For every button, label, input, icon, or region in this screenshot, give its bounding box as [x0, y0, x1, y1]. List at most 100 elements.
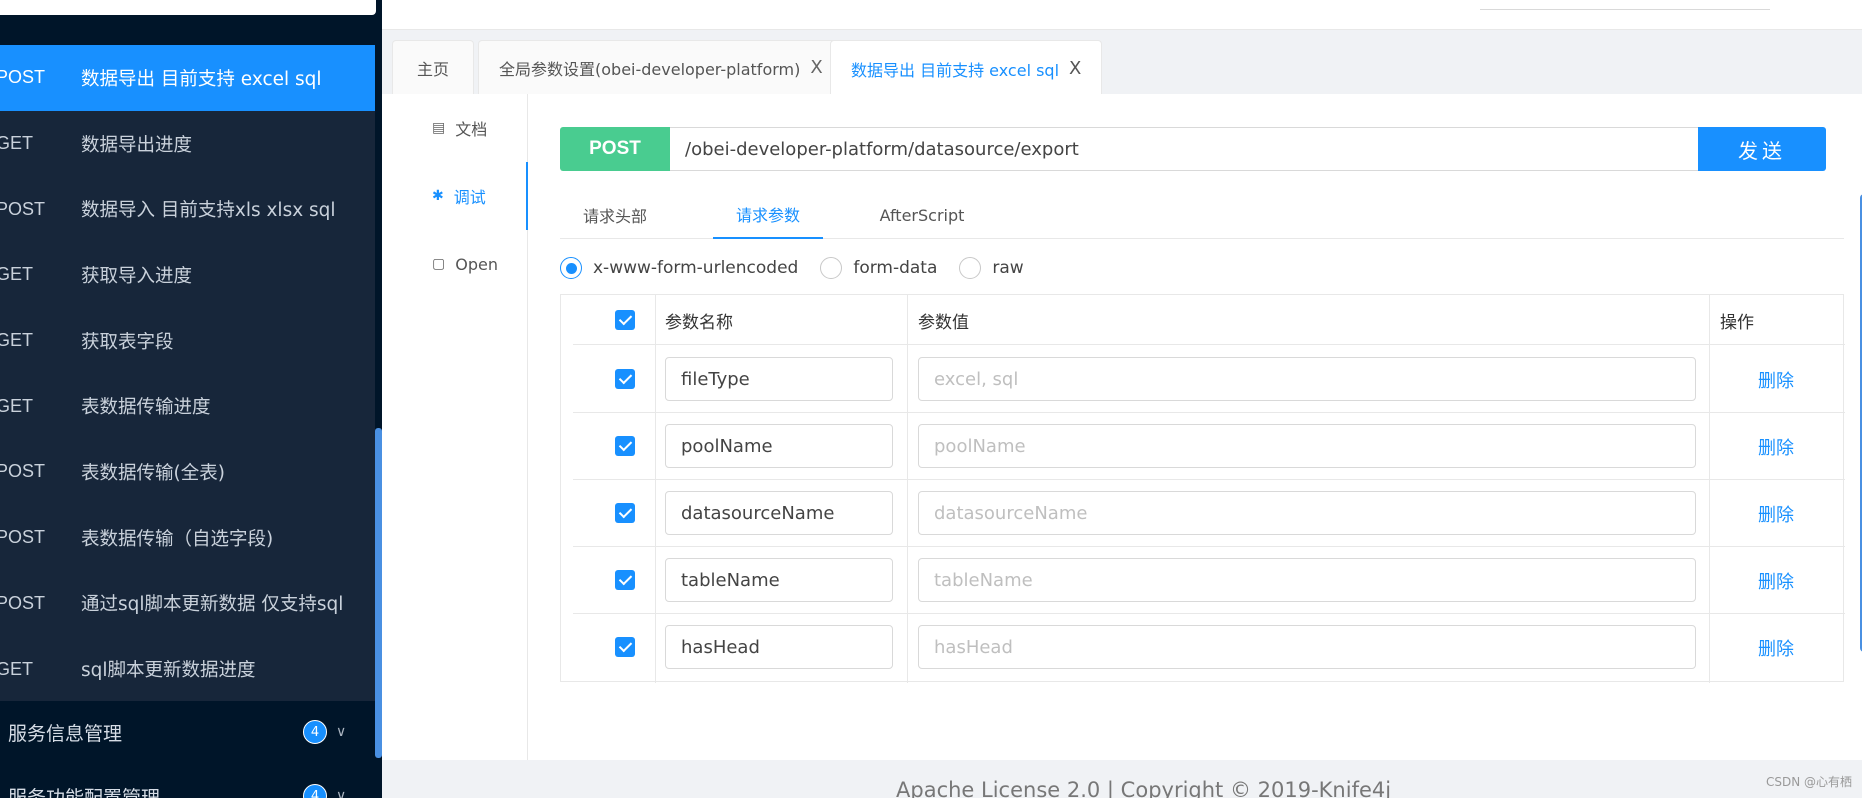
body-type-group: x-www-form-urlencoded form-data raw — [560, 253, 1046, 283]
param-value-input[interactable]: tableName — [918, 558, 1696, 602]
table-row: poolName poolName 删除 — [573, 413, 1845, 480]
radio-raw[interactable]: raw — [959, 257, 1024, 279]
api-summary: 获取导入进度 — [81, 265, 193, 287]
radio-circle — [560, 257, 582, 279]
table-header: 参数名称 参数值 操作 — [573, 295, 1845, 345]
param-value-input[interactable]: hasHead — [918, 625, 1696, 669]
sidebar-item-export-progress[interactable]: GET 数据导出进度 — [0, 111, 375, 177]
method-label: POST — [0, 527, 46, 548]
method-label: GET — [0, 395, 34, 416]
count-badge: 4 — [303, 720, 327, 744]
sidebar-group-service-info[interactable]: 服务信息管理 4 ∨ — [0, 704, 375, 760]
table-row: fileType excel, sql 删除 — [573, 346, 1845, 413]
tab-afterscript[interactable]: AfterScript — [852, 191, 992, 239]
param-name-input[interactable]: hasHead — [665, 625, 893, 669]
radio-form-data[interactable]: form-data — [820, 257, 937, 279]
param-name-input[interactable]: datasourceName — [665, 491, 893, 535]
param-name-input[interactable]: poolName — [665, 424, 893, 468]
row-checkbox[interactable] — [615, 637, 635, 657]
api-summary: 数据导入 目前支持xls xlsx sql — [81, 200, 336, 222]
param-name-input[interactable]: fileType — [665, 357, 893, 401]
radio-urlencoded[interactable]: x-www-form-urlencoded — [560, 257, 798, 279]
row-checkbox[interactable] — [615, 503, 635, 523]
tab-home[interactable]: 主页 — [392, 40, 474, 94]
sidebar-scrollbar[interactable] — [375, 428, 382, 758]
group-label: 服务功能配置管理 — [8, 786, 161, 798]
radio-label: form-data — [853, 258, 938, 278]
tab-request-headers[interactable]: 请求头部 — [560, 191, 670, 239]
sidebar-item-table-fields[interactable]: GET 获取表字段 — [0, 308, 375, 374]
table-row: tableName tableName 删除 — [573, 547, 1845, 614]
api-summary: 表数据传输(全表) — [81, 462, 225, 484]
close-icon[interactable]: X — [810, 57, 822, 78]
method-label: GET — [0, 330, 34, 351]
method-label: POST — [0, 461, 46, 482]
row-checkbox[interactable] — [615, 369, 635, 389]
request-url-bar: POST /obei-developer-platform/datasource… — [560, 127, 1826, 171]
sidebar-item-export[interactable]: POST 数据导出 目前支持 excel sql — [0, 45, 375, 111]
sidebar: POST 数据导出 目前支持 excel sql GET 数据导出进度 POST… — [0, 0, 382, 798]
sidebar-item-sql-update[interactable]: POST 通过sql脚本更新数据 仅支持sql — [0, 571, 375, 637]
sidebar-group-service-config[interactable]: 服务功能配置管理 4 ∨ — [0, 768, 375, 798]
tab-global-params[interactable]: 全局参数设置(obei-developer-platform) X — [478, 40, 844, 94]
sidebar-item-transfer-progress[interactable]: GET 表数据传输进度 — [0, 373, 375, 439]
tab-label: 全局参数设置(obei-developer-platform) — [499, 59, 801, 79]
file-icon: ▢ — [432, 256, 446, 272]
api-summary: 数据导出进度 — [81, 134, 193, 156]
param-value-input[interactable]: excel, sql — [918, 357, 1696, 401]
header-param-value: 参数值 — [918, 312, 969, 333]
group-label: 服务信息管理 — [8, 722, 123, 745]
param-value-input[interactable]: datasourceName — [918, 491, 1696, 535]
side-tab-label: 调试 — [453, 188, 486, 207]
param-name-input[interactable]: tableName — [665, 558, 893, 602]
url-input[interactable]: /obei-developer-platform/datasource/expo… — [670, 127, 1698, 171]
tab-open[interactable]: ▢ Open — [390, 230, 528, 298]
api-menu-list: POST 数据导出 目前支持 excel sql GET 数据导出进度 POST… — [0, 45, 375, 701]
header-param-name: 参数名称 — [665, 312, 733, 333]
header-action: 操作 — [1720, 312, 1754, 333]
close-icon[interactable]: X — [1069, 58, 1081, 79]
method-label: GET — [0, 264, 34, 285]
method-label: GET — [0, 658, 34, 679]
select-all-checkbox[interactable] — [615, 310, 635, 330]
api-summary: 表数据传输（自选字段) — [81, 528, 274, 550]
params-table: 参数名称 参数值 操作 fileType excel, sql 删除 poolN… — [560, 294, 1845, 683]
sidebar-item-import-progress[interactable]: GET 获取导入进度 — [0, 242, 375, 308]
row-checkbox[interactable] — [615, 436, 635, 456]
delete-link[interactable]: 删除 — [1758, 614, 1794, 681]
param-value-input[interactable]: poolName — [918, 424, 1696, 468]
tab-debug[interactable]: ✱ 调试 — [390, 162, 528, 230]
delete-link[interactable]: 删除 — [1758, 413, 1794, 480]
tab-request-params[interactable]: 请求参数 — [713, 191, 823, 239]
table-row: datasourceName datasourceName 删除 — [573, 480, 1845, 547]
tab-label: 数据导出 目前支持 excel sql — [851, 60, 1060, 80]
bug-icon: ✱ — [432, 188, 444, 204]
copyright-text: Apache License 2.0 | Copyright © 2019-Kn… — [896, 778, 1392, 798]
api-summary: 数据导出 目前支持 excel sql — [81, 68, 322, 90]
method-label: POST — [0, 67, 46, 88]
api-summary: sql脚本更新数据进度 — [81, 660, 256, 682]
sidebar-item-transfer-full[interactable]: POST 表数据传输(全表) — [0, 439, 375, 505]
side-tab-label: 文档 — [455, 120, 488, 139]
sidebar-search-input[interactable] — [0, 0, 376, 15]
send-button[interactable]: 发送 — [1698, 127, 1826, 171]
sidebar-item-transfer-custom[interactable]: POST 表数据传输（自选字段) — [0, 505, 375, 571]
row-checkbox[interactable] — [615, 570, 635, 590]
sidebar-item-sql-progress[interactable]: GET sql脚本更新数据进度 — [0, 636, 375, 702]
api-summary: 通过sql脚本更新数据 仅支持sql — [81, 594, 344, 616]
header-search-input[interactable] — [1480, 0, 1770, 10]
document-icon: ▤ — [432, 120, 446, 136]
tab-export[interactable]: 数据导出 目前支持 excel sql X — [830, 40, 1103, 96]
sidebar-item-import[interactable]: POST 数据导入 目前支持xls xlsx sql — [0, 176, 375, 242]
delete-link[interactable]: 删除 — [1758, 480, 1794, 547]
delete-link[interactable]: 删除 — [1758, 547, 1794, 614]
tab-document[interactable]: ▤ 文档 — [390, 94, 528, 162]
table-row: hasHead hasHead 删除 — [573, 614, 1845, 681]
page-tabs: 主页 全局参数设置(obei-developer-platform) X 数据导… — [382, 30, 1862, 96]
delete-link[interactable]: 删除 — [1758, 346, 1794, 413]
api-summary: 获取表字段 — [81, 331, 174, 353]
method-label: POST — [0, 198, 46, 219]
chevron-down-icon: ∨ — [336, 724, 347, 740]
main-area: 主页 全局参数设置(obei-developer-platform) X 数据导… — [382, 0, 1862, 798]
count-badge: 4 — [303, 784, 327, 798]
